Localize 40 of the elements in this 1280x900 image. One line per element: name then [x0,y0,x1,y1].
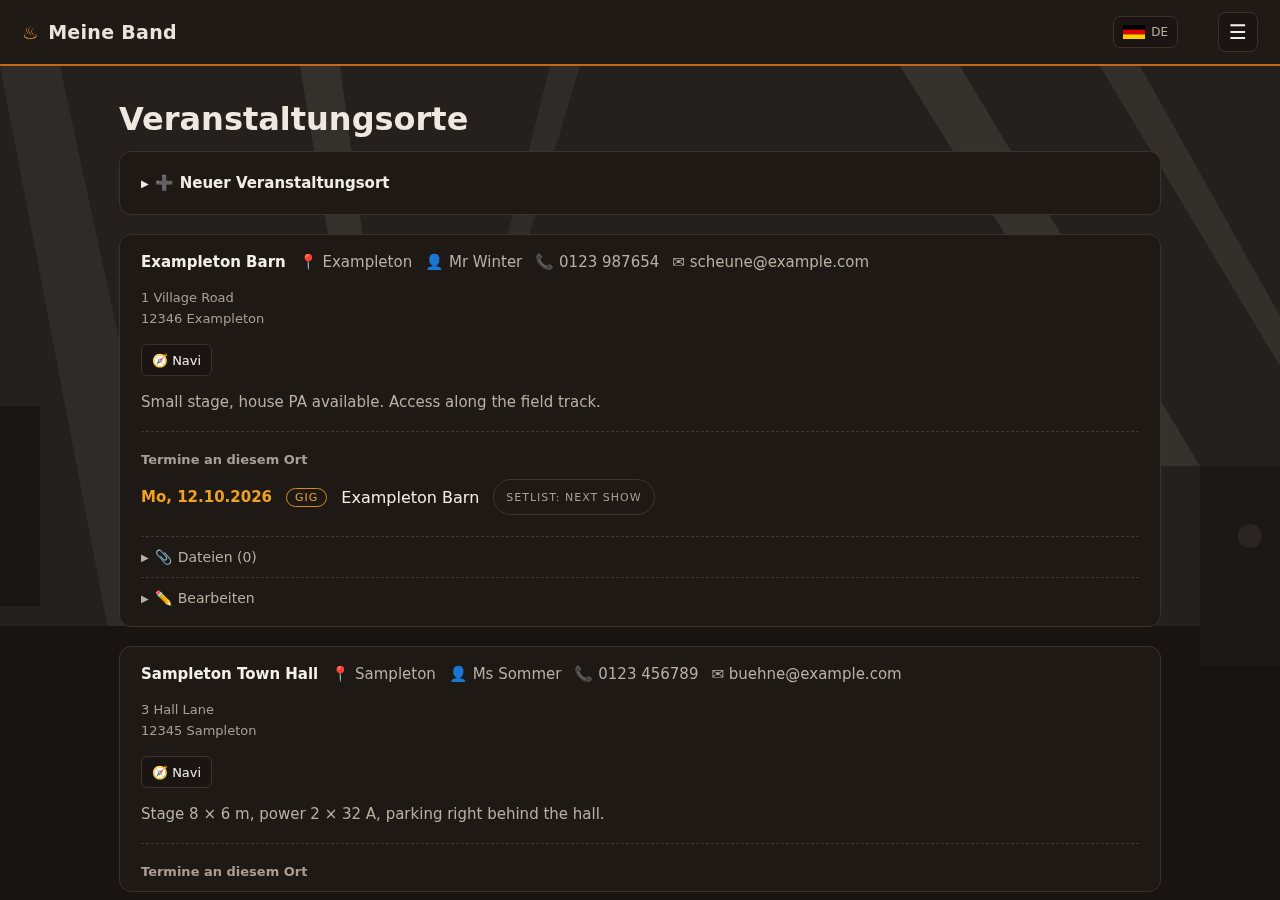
address-line: 3 Hall Lane [141,701,215,719]
email-address: ✉ buehne@example.com [711,665,902,683]
app-title: Meine Band [48,21,178,43]
venue-name: Sampleton Town Hall [141,665,319,683]
phone-number: 📞 0123 456789 [574,665,699,683]
new-venue-toggle[interactable]: ▶ ➕ Neuer Veranstaltungsort [141,170,1139,214]
venue-notes: Small stage, house PA available. Access along the field track. [141,393,602,411]
menu-button[interactable]: ☰ [1218,12,1258,52]
city: 📍 Exampleton [298,253,413,271]
navi-button[interactable]: 🧭 Navi [141,756,213,788]
caret-icon: ▶ [141,551,149,563]
caret-icon: ▶ [141,592,149,604]
language-button[interactable]: DE [1113,16,1178,48]
event-venue: Exampleton Barn [341,487,480,507]
plus-icon: ➕ [154,174,174,192]
page-title: Veranstaltungsorte [119,100,470,138]
contact-person: 👤 Mr Winter [425,253,523,271]
section-toggle[interactable]: ▶ 📎 Dateien (0) [141,537,1139,577]
venue-notes: Stage 8 × 6 m, power 2 × 32 A, parking right behind the hall. [141,805,606,823]
address-line: 12346 Exampleton [141,310,266,328]
venue-name: Exampleton Barn [141,253,286,271]
flag-icon [1123,25,1146,39]
logo-icon: ♨ [22,21,39,43]
events-heading: Termine an diesem Ort [141,864,309,879]
event-date: Mo, 12.10.2026 [141,488,273,506]
city: 📍 Sampleton [331,665,436,683]
contact-person: 👤 Ms Sommer [448,665,562,683]
address-line: 12345 Sampleton [141,722,258,740]
new-venue-label: Neuer Veranstaltungsort [179,174,390,192]
section-icon: 📎 [154,549,172,565]
events-heading: Termine an diesem Ort [141,452,309,467]
section-label: Bearbeiten [177,590,255,606]
navi-button[interactable]: 🧭 Navi [141,344,213,376]
address-line: 1 Village Road [141,289,235,307]
email-address: ✉ scheune@example.com [672,253,870,271]
section-icon: ✏ [154,590,172,606]
caret-icon: ▶ [141,177,149,189]
section-label: Dateien (0) [177,549,257,565]
section-toggle[interactable]: ▶ ✏ Bearbeiten [141,578,1139,618]
phone-number: 📞 0123 987654 [535,253,660,271]
